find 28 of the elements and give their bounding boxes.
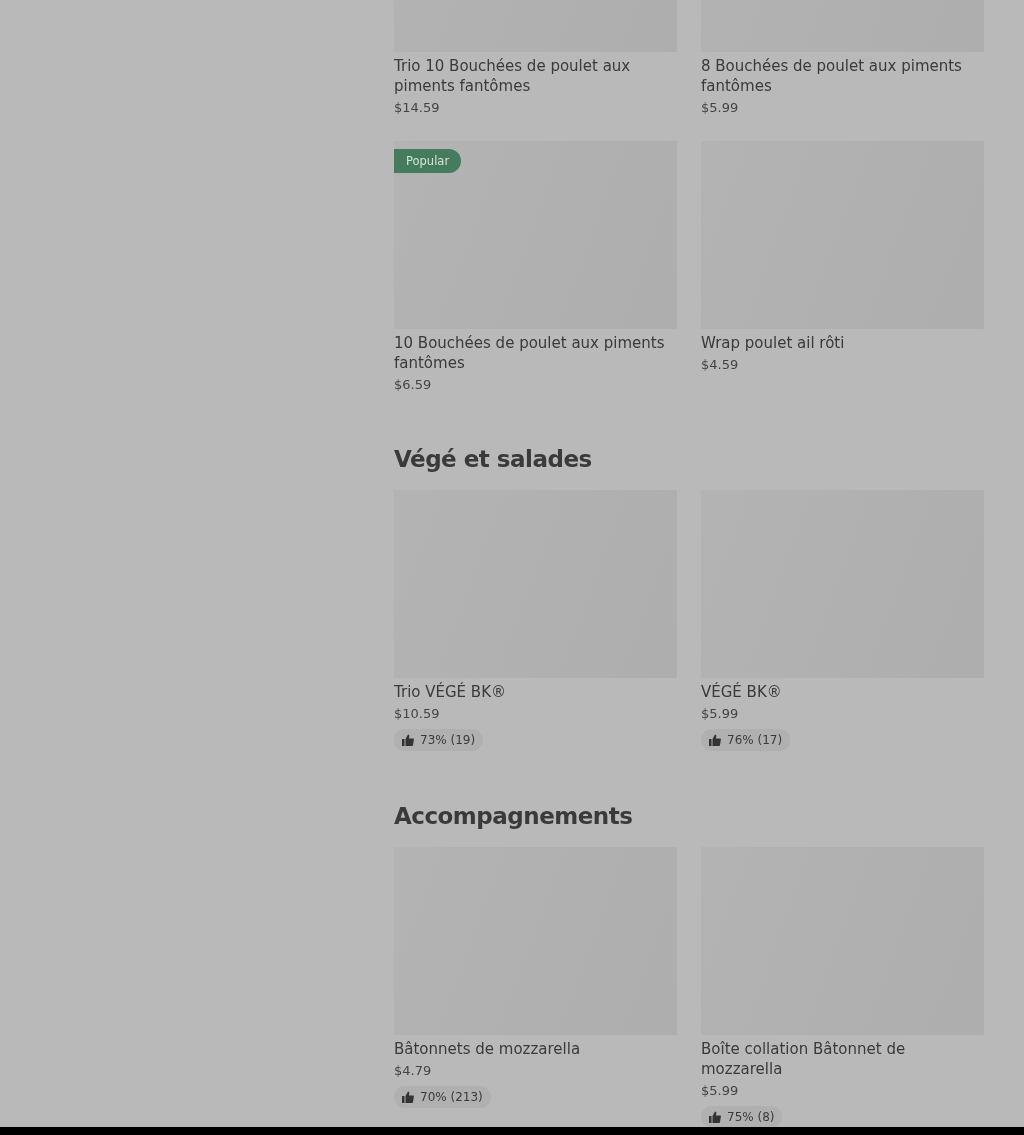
item-price: $10.59 [394, 705, 441, 723]
item-price: $5.99 [701, 99, 740, 117]
item-price: $14.59 [394, 99, 441, 117]
section-heading: Végé et salades [394, 445, 593, 474]
item-name[interactable]: Wrap poulet ail rôti [701, 333, 984, 353]
item-name[interactable]: Bâtonnets de mozzarella [394, 1039, 677, 1059]
image-placeholder[interactable] [394, 141, 677, 329]
item-price: $5.99 [701, 1082, 740, 1100]
rating-text: 75% (8) [727, 1109, 775, 1125]
item-price: $4.79 [394, 1062, 433, 1080]
rating-text: 73% (19) [420, 732, 476, 748]
item-name[interactable]: 10 Bouchées de poulet aux piments fantômes [394, 333, 677, 373]
item-name[interactable]: Boîte collation Bâtonnet de mozzarella [701, 1039, 984, 1079]
item-name[interactable]: Trio VÉGÉ BK® [394, 682, 677, 702]
item-price: $5.99 [701, 705, 740, 723]
thumbs-up-icon [402, 1091, 414, 1103]
thumbs-up-icon [709, 734, 721, 746]
popular-badge: Popular [394, 149, 462, 173]
item-name[interactable]: VÉGÉ BK® [701, 682, 984, 702]
rating-text: 70% (213) [420, 1089, 483, 1105]
item-price: $4.59 [701, 356, 740, 374]
thumbs-up-icon [402, 734, 414, 746]
item-name[interactable]: 8 Bouchées de poulet aux piments fantômes [701, 56, 984, 96]
item-name[interactable]: Trio 10 Bouchées de poulet aux piments fantômes [394, 56, 677, 96]
item-price: $6.59 [394, 376, 433, 394]
thumbs-up-icon [709, 1111, 721, 1123]
section-heading: Accompagnements [394, 802, 634, 831]
rating-text: 76% (17) [727, 732, 783, 748]
